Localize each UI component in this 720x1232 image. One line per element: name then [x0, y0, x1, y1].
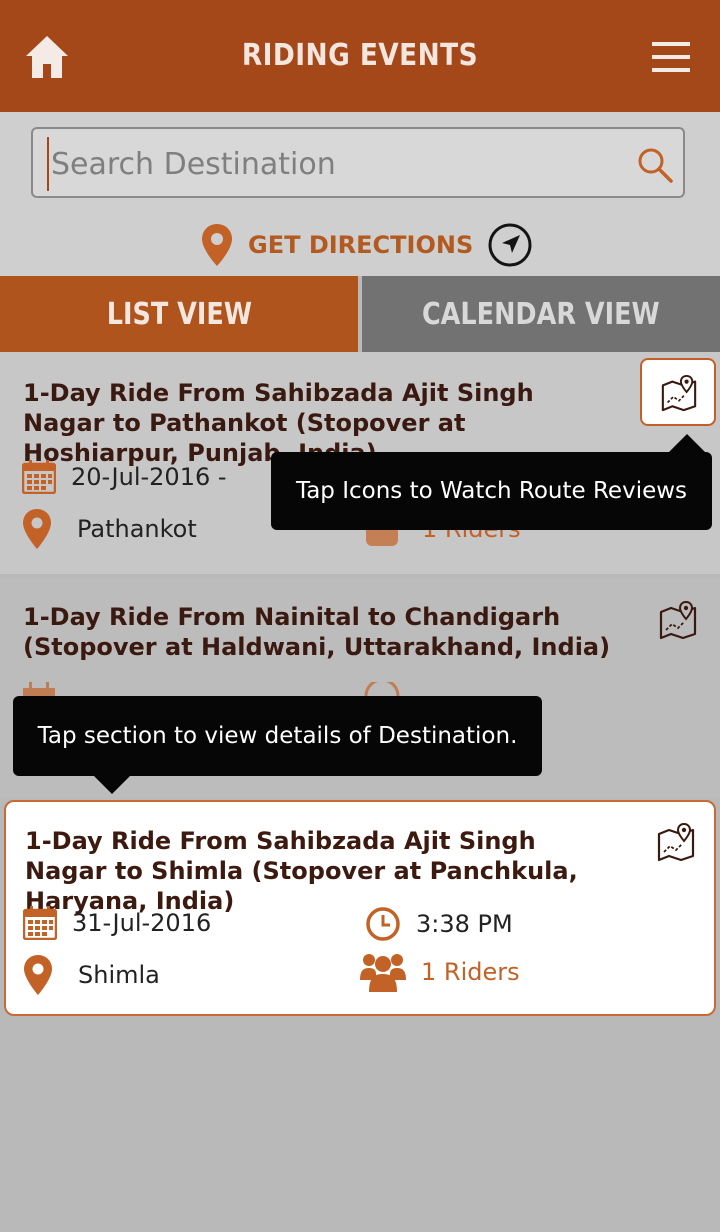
tab-calendar-view-label: CALENDAR VIEW: [422, 296, 660, 332]
tab-calendar-view[interactable]: CALENDAR VIEW: [362, 276, 720, 352]
search-box: [31, 127, 685, 198]
search-section: GET DIRECTIONS: [0, 112, 720, 276]
clock-icon: [364, 682, 400, 696]
event-date-row: 20-Jul-2016 -: [22, 460, 227, 494]
event-destination: Pathankot: [77, 515, 197, 543]
event-card-selected[interactable]: 1-Day Ride From Sahibzada Ajit Singh Nag…: [4, 800, 716, 1016]
event-date: 31-Jul-2016: [72, 909, 212, 937]
tab-list-view[interactable]: LIST VIEW: [0, 276, 358, 352]
search-input[interactable]: [47, 137, 633, 191]
event-destination-row: Shimla: [23, 954, 160, 996]
tooltip-arrow: [94, 776, 130, 794]
view-tabs: LIST VIEW CALENDAR VIEW: [0, 276, 720, 352]
event-title: 1-Day Ride From Sahibzada Ajit Singh Nag…: [25, 827, 578, 915]
event-riders-row: 1 Riders: [360, 952, 520, 992]
event-riders: 1 Riders: [421, 958, 520, 986]
clock-icon: [366, 907, 400, 941]
map-icon[interactable]: [658, 600, 698, 640]
map-icon: [661, 374, 697, 412]
get-directions-button[interactable]: GET DIRECTIONS: [200, 220, 533, 270]
event-title: 1-Day Ride From Nainital to Chandigarh (…: [23, 603, 611, 661]
tooltip-arrow: [669, 434, 705, 452]
app-header: RIDING EVENTS: [0, 0, 720, 112]
event-destination-row: Pathankot: [22, 508, 197, 550]
page-title: RIDING EVENTS: [241, 38, 479, 73]
event-date-row: 31-Jul-2016: [23, 906, 211, 940]
route-reviews-tooltip: Tap Icons to Watch Route Reviews: [271, 452, 712, 530]
calendar-icon: [22, 460, 56, 494]
route-review-button[interactable]: [640, 358, 716, 426]
get-directions-label: GET DIRECTIONS: [248, 231, 474, 259]
calendar-icon: [23, 682, 55, 696]
riders-group-icon: [360, 954, 406, 992]
location-pin-icon: [202, 224, 232, 266]
location-pin-icon: [24, 955, 52, 995]
navigation-arrow-icon[interactable]: [487, 222, 533, 268]
calendar-icon: [23, 906, 57, 940]
tab-list-view-label: LIST VIEW: [106, 296, 252, 332]
search-icon[interactable]: [637, 147, 673, 183]
section-details-tooltip: Tap section to view details of Destinati…: [13, 696, 542, 776]
event-time-row: 3:38 PM: [365, 906, 513, 942]
event-date: 20-Jul-2016 -: [71, 463, 227, 491]
location-pin-icon: [23, 509, 51, 549]
hamburger-menu-icon[interactable]: [652, 40, 690, 74]
event-destination: Shimla: [78, 961, 160, 989]
event-time: 3:38 PM: [416, 910, 513, 938]
map-icon[interactable]: [656, 822, 696, 862]
